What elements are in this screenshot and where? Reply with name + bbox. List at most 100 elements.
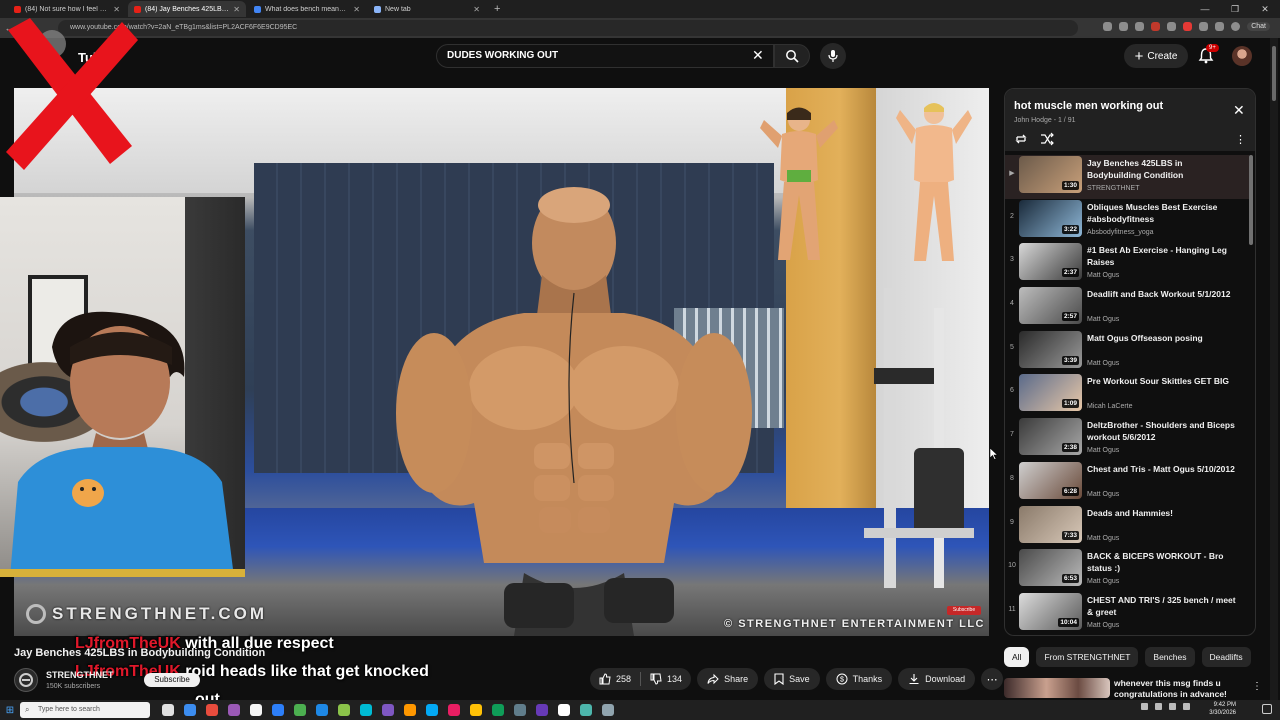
tray-icon[interactable] — [1155, 703, 1162, 710]
subscribe-button[interactable]: Subscribe — [144, 673, 200, 687]
playlist-item-thumbnail[interactable]: 6:28 — [1019, 461, 1082, 499]
playlist-item[interactable]: 3 2:37 #1 Best Ab Exercise - Hanging Leg R… — [1005, 242, 1249, 286]
filter-chip[interactable]: All — [1004, 647, 1030, 667]
tray-icon[interactable] — [1141, 703, 1148, 710]
download-button[interactable]: Download — [898, 668, 976, 690]
playlist-item[interactable]: 2 3:22 Obliques Muscles Best Exercise #abs… — [1005, 199, 1249, 243]
playlist-item-channel[interactable]: Matt Ogus — [1087, 272, 1119, 279]
url-field[interactable]: www.youtube.com/watch?v=2aN_eTBg1ms&list… — [58, 20, 1078, 36]
filter-chip[interactable]: From STRENGTHNET — [1036, 647, 1139, 667]
puzzle-icon[interactable] — [1215, 22, 1225, 31]
taskbar-app-icon[interactable] — [514, 704, 526, 716]
browser-tab[interactable]: New tab ✕ — [368, 1, 486, 17]
playlist-item-title[interactable]: Deads and Hammies! — [1087, 507, 1237, 519]
playlist-item-channel[interactable]: Matt Ogus — [1087, 535, 1119, 542]
playlist-item[interactable]: ▶ 1:30 Jay Benches 425LBS in Bodybuilding … — [1005, 155, 1249, 199]
search-input[interactable]: DUDES WORKING OUT — [436, 44, 774, 68]
extension-icon[interactable] — [1151, 22, 1161, 31]
new-tab-icon[interactable]: + — [494, 3, 500, 15]
recommended-thumbnail[interactable] — [1004, 678, 1110, 698]
search-button[interactable] — [774, 44, 810, 68]
taskbar-app-icon[interactable] — [338, 704, 350, 716]
close-window-button[interactable]: ✕ — [1250, 0, 1280, 18]
taskbar-app-icon[interactable] — [426, 704, 438, 716]
playlist-item-channel[interactable]: STRENGTHNET — [1087, 185, 1140, 192]
browser-tab[interactable]: (84) Jay Benches 425LBS in Bodyb ✕ — [128, 1, 246, 17]
playlist-item-channel[interactable]: Matt Ogus — [1087, 447, 1119, 454]
browser-tab[interactable]: What does bench mean? - Google ✕ — [248, 1, 366, 17]
playlist-item[interactable]: 7 2:38 DeltzBrother - Shoulders and Biceps… — [1005, 417, 1249, 461]
maximize-button[interactable]: ❐ — [1220, 0, 1250, 18]
playlist-item[interactable]: 11 10:04 CHEST AND TRI'S / 325 bench / mee… — [1005, 592, 1249, 635]
playlist-item[interactable]: 8 6:28 Chest and Tris - Matt Ogus 5/10/201… — [1005, 461, 1249, 505]
playlist-item[interactable]: 5 3:39 Matt Ogus Offseason posing Matt Ogus — [1005, 330, 1249, 374]
network-icon[interactable] — [1169, 703, 1176, 710]
taskbar-clock[interactable]: 9:42 PM 3/30/2026 — [1209, 701, 1236, 717]
recommended-title[interactable]: whenever this msg finds u congratulation… — [1114, 678, 1252, 700]
playlist-item-title[interactable]: Matt Ogus Offseason posing — [1087, 332, 1237, 344]
channel-name[interactable]: STRENGTHNET — [46, 670, 114, 680]
chat-button[interactable]: Chat — [1247, 22, 1270, 31]
taskbar-app-icon[interactable] — [492, 704, 504, 716]
extension-icon[interactable] — [1199, 22, 1209, 31]
playlist-item-thumbnail[interactable]: 2:57 — [1019, 287, 1082, 325]
playlist-item-channel[interactable]: Matt Ogus — [1087, 622, 1119, 629]
channel-avatar[interactable] — [14, 668, 38, 692]
playlist-item-title[interactable]: #1 Best Ab Exercise - Hanging Leg Raises — [1087, 244, 1237, 268]
close-tab-icon[interactable]: ✕ — [473, 5, 480, 14]
taskbar-app-icon[interactable] — [250, 704, 262, 716]
playlist-item-title[interactable]: Chest and Tris - Matt Ogus 5/10/2012 — [1087, 463, 1237, 475]
playlist-item-thumbnail[interactable]: 2:38 — [1019, 418, 1082, 456]
windows-start-icon[interactable]: ⊞ — [0, 705, 20, 716]
taskbar-app-icon[interactable] — [228, 704, 240, 716]
playlist-item-channel[interactable]: Micah LaCerte — [1087, 403, 1133, 410]
playlist-item-title[interactable]: Pre Workout Sour Skittles GET BIG — [1087, 375, 1237, 387]
loop-icon[interactable] — [1014, 132, 1028, 146]
close-tab-icon[interactable]: ✕ — [353, 5, 360, 14]
save-button[interactable]: Save — [764, 668, 820, 690]
create-button[interactable]: + Create — [1124, 44, 1188, 68]
taskbar-app-icon[interactable] — [404, 704, 416, 716]
playlist-item-thumbnail[interactable]: 2:37 — [1019, 243, 1082, 281]
recommended-more-icon[interactable]: ⋮ — [1252, 681, 1262, 692]
playlist-item-channel[interactable]: Matt Ogus — [1087, 360, 1119, 367]
dislike-button[interactable]: 134 — [641, 673, 691, 685]
playlist-item-thumbnail[interactable]: 1:09 — [1019, 374, 1082, 412]
close-tab-icon[interactable]: ✕ — [233, 5, 240, 14]
taskbar-app-icon[interactable] — [558, 704, 570, 716]
playlist-item-channel[interactable]: Absbodyfitness_yoga — [1087, 229, 1154, 236]
profile-icon[interactable] — [1231, 22, 1241, 31]
taskbar-search-input[interactable]: ⌕ Type here to search — [20, 702, 150, 718]
playlist-item[interactable]: 6 1:09 Pre Workout Sour Skittles GET BIG Mi… — [1005, 373, 1249, 417]
playlist-item[interactable]: 10 6:53 BACK & BICEPS WORKOUT - Bro status… — [1005, 548, 1249, 592]
minimize-button[interactable]: — — [1190, 0, 1220, 18]
playlist-item-title[interactable]: CHEST AND TRI'S / 325 bench / meet & gre… — [1087, 594, 1237, 618]
extension-icon[interactable] — [1183, 22, 1193, 31]
recommended-video[interactable]: whenever this msg finds u congratulation… — [1004, 678, 1266, 700]
page-scrollbar[interactable] — [1270, 38, 1278, 700]
clear-search-icon[interactable]: ✕ — [752, 48, 764, 62]
shuffle-icon[interactable] — [1040, 132, 1054, 146]
playlist-title[interactable]: hot muscle men working out — [1014, 100, 1163, 112]
playlist-item[interactable]: 4 2:57 Deadlift and Back Workout 5/1/2012 M… — [1005, 286, 1249, 330]
playlist-item-title[interactable]: DeltzBrother - Shoulders and Biceps work… — [1087, 419, 1237, 443]
account-avatar[interactable] — [1232, 46, 1252, 66]
extension-icon[interactable] — [1119, 22, 1129, 31]
page-scrollbar-thumb[interactable] — [1272, 46, 1276, 101]
playlist-item[interactable]: 9 7:33 Deads and Hammies! Matt Ogus — [1005, 505, 1249, 549]
playlist-item-thumbnail[interactable]: 6:53 — [1019, 549, 1082, 587]
extension-icon[interactable] — [1167, 22, 1177, 31]
thanks-button[interactable]: $ Thanks — [825, 668, 893, 690]
like-button[interactable]: 258 — [590, 673, 640, 685]
taskbar-app-icon[interactable] — [206, 704, 218, 716]
bookmark-star-icon[interactable] — [1135, 22, 1145, 31]
close-playlist-icon[interactable]: ✕ — [1233, 103, 1245, 117]
taskbar-app-icon[interactable] — [382, 704, 394, 716]
playlist-item-title[interactable]: Deadlift and Back Workout 5/1/2012 — [1087, 288, 1237, 300]
playlist-more-icon[interactable]: ⋮ — [1235, 133, 1246, 146]
playlist-item-thumbnail[interactable]: 10:04 — [1019, 592, 1082, 630]
filter-chip[interactable]: Benches — [1145, 647, 1195, 667]
taskbar-app-icon[interactable] — [448, 704, 460, 716]
playlist-item-title[interactable]: Obliques Muscles Best Exercise #absbodyf… — [1087, 201, 1237, 225]
volume-icon[interactable] — [1183, 703, 1190, 710]
